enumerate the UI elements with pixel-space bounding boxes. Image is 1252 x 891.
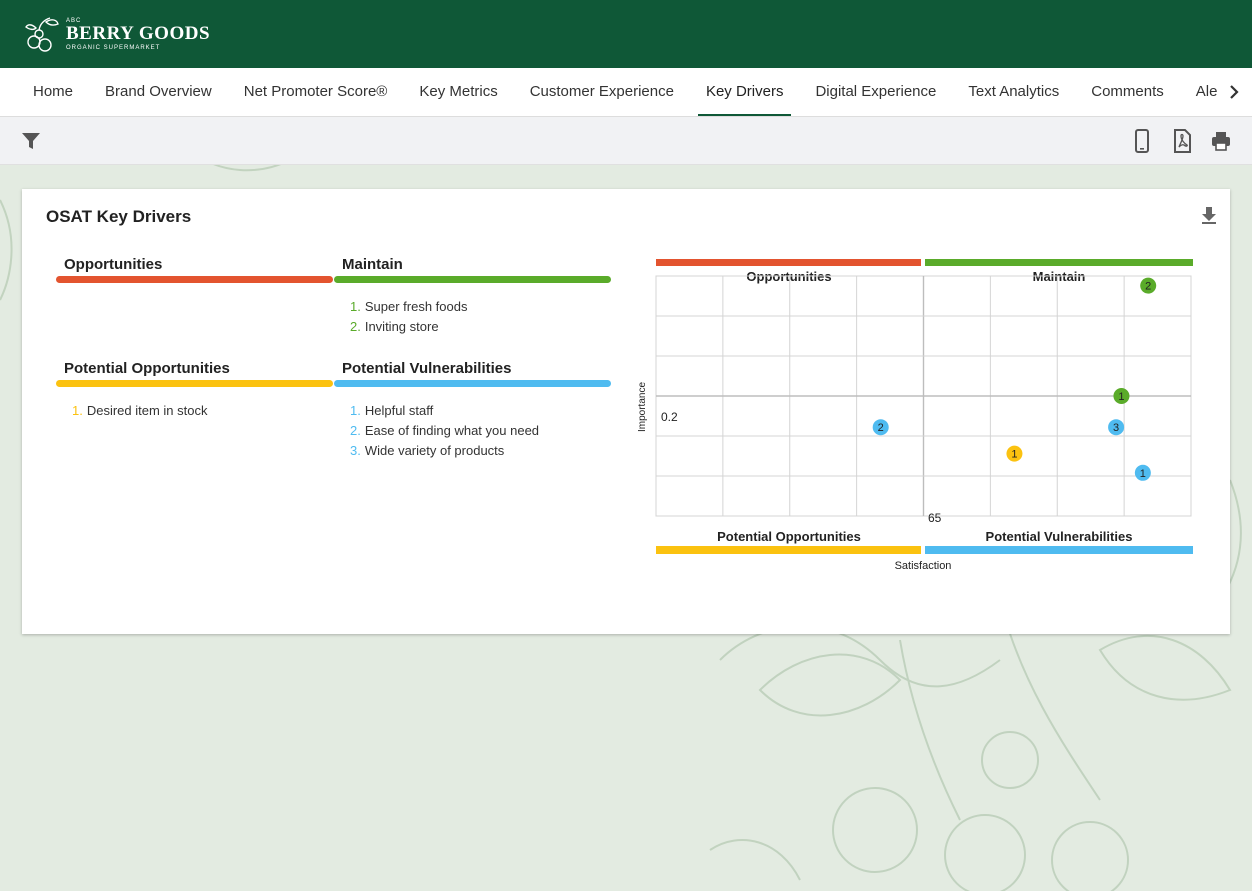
tab-text-analytics[interactable]: Text Analytics [952,68,1075,116]
list-item: 2. Inviting store [350,319,439,334]
quadrant-chart: Opportunities Maintain 0.2 65 Importance… [637,259,1193,572]
brand-subtitle: ORGANIC SUPERMARKET [66,44,161,51]
list-item: 2. Ease of finding what you need [350,423,540,438]
brand-logo[interactable]: ABC BERRY GOODS ORGANIC SUPERMARKET [24,14,210,54]
tab-home[interactable]: Home [17,68,89,116]
list-item: 3. Wide variety of products [350,443,505,458]
quadrant-title: Opportunities [64,256,163,273]
driver-list: 1. Helpful staff 2. Ease of finding what y… [334,401,611,461]
quadrant-bar [56,380,333,387]
point-label: 2 [878,422,884,434]
driver-point-potential-opportunities-1[interactable]: 1 [1006,445,1023,462]
driver-point-maintain-2[interactable]: 2 [1140,277,1157,294]
driver-list: 1. Super fresh foods 2. Inviting store [334,297,611,337]
pdf-icon[interactable] [1171,129,1193,153]
bar-maintain [925,259,1193,266]
driver-point-potential-vulnerabilities-3[interactable]: 3 [1108,419,1125,436]
card-title: OSAT Key Drivers [46,207,192,226]
point-label: 2 [1145,281,1151,293]
tab-key-metrics[interactable]: Key Metrics [403,68,513,116]
berry-logo-icon [25,17,59,52]
quadrant-maintain: Maintain 1. Super fresh foods 2. Inviting … [334,254,611,337]
tab-net-promoter-score[interactable]: Net Promoter Score® [228,68,404,116]
app-header: ABC BERRY GOODS ORGANIC SUPERMARKET [0,0,1252,68]
chevron-right-icon[interactable] [1226,82,1242,102]
tab-key-drivers[interactable]: Key Drivers [690,68,800,116]
filter-icon[interactable] [20,129,42,153]
quadrant-bar [334,276,611,283]
quadrant-opportunities: Opportunities [56,254,333,297]
quadrant-potential-opportunities: Potential Opportunities 1. Desired item i… [56,358,333,421]
chart-points: 2 1 2 3 1 1 [872,277,1157,481]
list-item: 1. Desired item in stock [72,403,208,418]
driver-list: 1. Desired item in stock [56,401,333,421]
mobile-icon[interactable] [1131,129,1153,153]
download-icon[interactable] [1200,205,1218,225]
x-mid-label: 65 [928,511,942,525]
list-item: 1. Helpful staff [350,403,434,418]
x-axis-label: Satisfaction [895,560,952,572]
point-label: 1 [1011,449,1017,461]
point-label: 3 [1113,422,1119,434]
driver-point-maintain-1[interactable]: 1 [1113,388,1130,404]
y-axis-label: Importance [637,382,648,432]
print-icon[interactable] [1210,129,1232,153]
list-item: 1. Super fresh foods [350,299,468,314]
point-label: 1 [1118,391,1124,403]
quadrant-bar [334,380,611,387]
key-drivers-card: OSAT Key Drivers Opportunities Maintain … [22,189,1230,634]
quadrant-title: Potential Vulnerabilities [342,360,512,377]
quadrant-title: Maintain [342,256,403,273]
nav-tabs: Home Brand Overview Net Promoter Score® Key… [17,68,1217,116]
chart-grid [655,275,1192,517]
tab-digital-experience[interactable]: Digital Experience [799,68,952,116]
y-mid-label: 0.2 [661,410,678,424]
point-label: 1 [1140,468,1146,480]
tab-customer-experience[interactable]: Customer Experience [514,68,690,116]
bar-potential-opportunities [656,546,921,554]
tab-comments[interactable]: Comments [1075,68,1180,116]
bar-potential-vulnerabilities [925,546,1193,554]
tab-brand-overview[interactable]: Brand Overview [89,68,228,116]
bar-opportunities [656,259,921,266]
toolbar [0,117,1252,165]
driver-point-potential-vulnerabilities-1[interactable]: 1 [1134,464,1151,481]
main-nav: Home Brand Overview Net Promoter Score® Key… [0,68,1252,117]
label-potential-opportunities: Potential Opportunities [717,529,861,544]
quadrant-bar [56,276,333,283]
tab-alerts[interactable]: Alerts [1180,68,1217,116]
label-potential-vulnerabilities: Potential Vulnerabilities [986,529,1133,544]
driver-point-potential-vulnerabilities-2[interactable]: 2 [872,419,889,436]
quadrant-title: Potential Opportunities [64,360,230,377]
quadrant-potential-vulnerabilities: Potential Vulnerabilities 1. Helpful staf… [334,358,611,461]
brand-name: BERRY GOODS [66,22,211,44]
